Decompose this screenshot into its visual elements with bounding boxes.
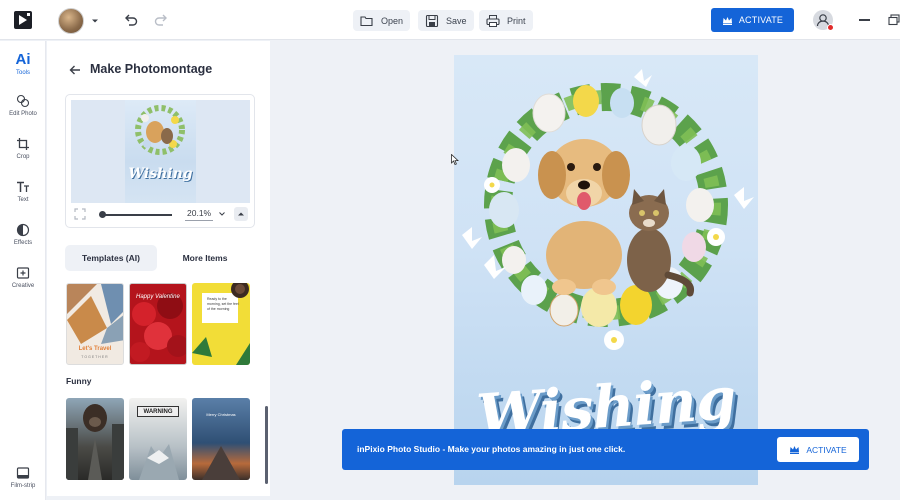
text-icon bbox=[17, 181, 29, 192]
tab-more-items[interactable]: More Items bbox=[165, 245, 245, 271]
morning-flatlay-art bbox=[192, 283, 250, 365]
rail-item-text[interactable]: Text bbox=[0, 180, 46, 203]
preview-caption: Wishing bbox=[128, 166, 193, 182]
crown-icon bbox=[790, 446, 800, 454]
left-tool-rail: Ai Tools Edit Photo Crop Text Effects Cr… bbox=[0, 41, 46, 500]
rail-label-film-strip: Film-strip bbox=[10, 483, 36, 489]
rail-item-film-strip[interactable]: Film-strip bbox=[0, 466, 46, 489]
collapse-preview-button[interactable] bbox=[234, 207, 248, 221]
preview-navigator: Wishing 20.1% bbox=[65, 94, 255, 228]
rail-label-text: Text bbox=[17, 197, 29, 203]
rail-item-tools[interactable]: Ai Tools bbox=[0, 52, 46, 76]
template-thumbnail-valentine[interactable]: Happy Valentine bbox=[129, 283, 187, 365]
crown-icon bbox=[722, 16, 732, 25]
top-toolbar: Open Save Print ACTIVATE bbox=[0, 0, 900, 40]
activate-label: ACTIVATE bbox=[738, 15, 784, 25]
redo-icon[interactable] bbox=[153, 12, 169, 28]
template-title-text: Let's Travel bbox=[78, 346, 112, 352]
rail-label-tools: Tools bbox=[15, 70, 30, 76]
zoom-value[interactable]: 20.1% bbox=[185, 208, 214, 221]
chevron-down-icon[interactable] bbox=[218, 210, 226, 218]
chevron-down-icon[interactable] bbox=[90, 16, 100, 26]
rail-item-edit-photo[interactable]: Edit Photo bbox=[0, 94, 46, 117]
tab-templates-ai-label: Templates (AI) bbox=[82, 253, 140, 263]
avatar[interactable] bbox=[58, 8, 84, 34]
template-thumbnail-shark-warning[interactable]: WARNING bbox=[129, 398, 187, 480]
template-subtitle-text: TOGETHER bbox=[81, 355, 109, 359]
save-label: Save bbox=[446, 15, 467, 26]
creative-icon bbox=[16, 267, 30, 279]
open-button[interactable]: Open bbox=[353, 10, 411, 31]
template-thumbnail-gorilla-city[interactable] bbox=[66, 398, 124, 480]
fit-to-screen-icon[interactable] bbox=[74, 208, 86, 220]
film-strip-icon bbox=[16, 467, 30, 479]
photomontage-panel: Make Photomontage Wishing 20.1% Template… bbox=[47, 41, 270, 496]
rail-label-creative: Creative bbox=[11, 283, 35, 289]
minimize-window-button[interactable] bbox=[859, 19, 870, 21]
zoom-slider-handle[interactable] bbox=[99, 211, 106, 218]
banner-activate-label: ACTIVATE bbox=[806, 444, 847, 455]
rail-label-effects: Effects bbox=[13, 240, 33, 246]
panel-scrollbar[interactable] bbox=[265, 406, 268, 484]
rail-label-edit-photo: Edit Photo bbox=[9, 111, 37, 117]
chevron-up-icon bbox=[238, 212, 244, 216]
print-button[interactable]: Print bbox=[479, 10, 533, 31]
restore-window-icon[interactable] bbox=[888, 14, 900, 26]
template-title-text: Merry Christmas bbox=[206, 412, 236, 417]
rail-label-crop: Crop bbox=[16, 154, 30, 160]
open-label: Open bbox=[381, 15, 404, 26]
rail-item-crop[interactable]: Crop bbox=[0, 137, 46, 160]
template-thumbnail-morning[interactable]: Ready to the morning, set the feel of th… bbox=[192, 283, 250, 365]
warning-sign-text: WARNING bbox=[137, 406, 179, 417]
gorilla-city-art bbox=[66, 404, 124, 480]
template-thumbnail-christmas-road[interactable]: Merry Christmas bbox=[192, 398, 250, 480]
promo-banner-text: inPixio Photo Studio - Make your photos … bbox=[357, 444, 626, 454]
rail-item-effects[interactable]: Effects bbox=[0, 223, 46, 246]
rail-item-creative[interactable]: Creative bbox=[0, 266, 46, 289]
tab-more-items-label: More Items bbox=[182, 253, 228, 263]
save-button[interactable]: Save bbox=[418, 10, 474, 31]
save-icon bbox=[425, 14, 439, 27]
edit-photo-icon bbox=[16, 94, 30, 108]
folder-open-icon bbox=[360, 15, 373, 26]
ai-icon: Ai bbox=[15, 51, 31, 68]
crop-icon bbox=[17, 138, 29, 150]
back-arrow-icon[interactable] bbox=[68, 63, 82, 77]
preview-area[interactable]: Wishing bbox=[71, 100, 250, 203]
mouse-cursor-icon bbox=[451, 154, 459, 165]
template-thumbnail-travel[interactable]: Let's Travel TOGETHER bbox=[66, 283, 124, 365]
preview-art bbox=[135, 105, 185, 155]
app-logo-icon bbox=[14, 11, 32, 29]
template-title-text: Ready to the morning, set the feel of th… bbox=[207, 297, 239, 311]
zoom-controls: 20.1% bbox=[66, 207, 254, 225]
activate-button[interactable]: ACTIVATE bbox=[711, 8, 794, 32]
tab-templates-ai[interactable]: Templates (AI) bbox=[65, 245, 157, 271]
effects-icon bbox=[16, 223, 30, 237]
undo-icon[interactable] bbox=[123, 12, 139, 28]
section-heading-funny: Funny bbox=[66, 376, 92, 386]
template-title-text: Happy Valentine bbox=[136, 294, 180, 300]
promo-banner: inPixio Photo Studio - Make your photos … bbox=[342, 429, 869, 470]
preview-thumbnail: Wishing bbox=[125, 100, 196, 203]
banner-activate-button[interactable]: ACTIVATE bbox=[777, 437, 859, 462]
panel-title: Make Photomontage bbox=[90, 62, 213, 76]
photomontage-image[interactable]: Wishing bbox=[454, 55, 758, 485]
sunset-road-art bbox=[202, 446, 240, 480]
account-switcher[interactable] bbox=[58, 8, 100, 34]
travel-collage-art bbox=[67, 284, 123, 344]
zoom-slider-track[interactable] bbox=[100, 214, 172, 216]
notification-dot bbox=[827, 24, 834, 31]
printer-icon bbox=[486, 14, 500, 27]
print-label: Print bbox=[507, 15, 526, 26]
user-account-button[interactable] bbox=[813, 10, 834, 31]
